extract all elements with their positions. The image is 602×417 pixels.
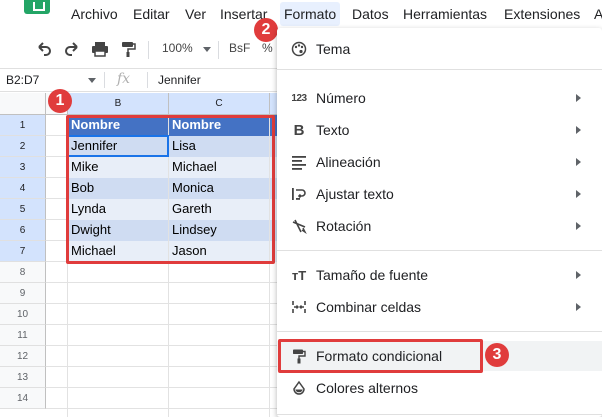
- menu-item-label: Texto: [316, 122, 350, 138]
- menu-item-label: Rotación: [316, 218, 372, 234]
- submenu-arrow-icon: [576, 303, 581, 311]
- align-icon: [290, 153, 308, 171]
- menu-item-label: Ajustar texto: [316, 186, 394, 202]
- merge-cells-icon: [290, 298, 308, 316]
- menu-item-alineacion[interactable]: Alineación: [277, 147, 602, 177]
- row-header-9[interactable]: 9: [0, 283, 46, 304]
- row-header-7[interactable]: 7: [0, 241, 46, 262]
- submenu-arrow-icon: [576, 158, 581, 166]
- menu-herramientas[interactable]: Herramientas: [403, 5, 487, 23]
- number-format-icon: 123: [291, 92, 307, 104]
- menu-ver[interactable]: Ver: [185, 5, 206, 23]
- menu-divider: [277, 331, 602, 332]
- menu-item-tema[interactable]: Tema: [277, 34, 602, 64]
- currency-format-button[interactable]: BsF: [229, 41, 250, 55]
- menu-item-label: Colores alternos: [316, 380, 418, 396]
- menu-extensiones[interactable]: Extensiones: [504, 5, 580, 23]
- menu-archivo[interactable]: Archivo: [71, 5, 118, 23]
- selection-callout-box: [66, 115, 275, 264]
- palette-icon: [290, 40, 308, 58]
- formato-condicional-callout-box: [278, 339, 483, 373]
- zoom-select[interactable]: 100%: [162, 41, 193, 55]
- menu-item-numero[interactable]: 123 Número: [277, 83, 602, 113]
- print-icon[interactable]: [90, 39, 110, 59]
- redo-icon[interactable]: [62, 39, 82, 59]
- row-header-4[interactable]: 4: [0, 178, 46, 199]
- bold-icon: B: [293, 121, 305, 139]
- sheets-logo-icon[interactable]: [24, 0, 50, 14]
- menu-ayuda[interactable]: A: [594, 5, 602, 23]
- menu-item-label: Alineación: [316, 154, 381, 170]
- menu-item-tamano-fuente[interactable]: тT Tamaño de fuente: [277, 260, 602, 290]
- row-header-2[interactable]: 2: [0, 136, 46, 157]
- paint-format-icon[interactable]: [118, 39, 138, 59]
- menu-divider: [277, 69, 602, 70]
- fill-color-icon: [290, 379, 308, 397]
- menu-item-combinar-celdas[interactable]: Combinar celdas: [277, 292, 602, 322]
- row-header-1[interactable]: 1: [0, 115, 46, 136]
- menu-item-ajustar-texto[interactable]: Ajustar texto: [277, 179, 602, 209]
- step-marker-3: 3: [485, 343, 509, 367]
- name-box-chevron-down-icon[interactable]: [88, 78, 96, 83]
- name-box[interactable]: B2:D7: [6, 73, 39, 87]
- menu-datos[interactable]: Datos: [352, 5, 389, 23]
- zoom-chevron-down-icon[interactable]: [203, 47, 211, 52]
- percent-format-button[interactable]: %: [262, 41, 273, 55]
- formula-input[interactable]: Jennifer: [158, 73, 201, 87]
- row-header-6[interactable]: 6: [0, 220, 46, 241]
- submenu-arrow-icon: [576, 222, 581, 230]
- menu-divider: [277, 250, 602, 251]
- menu-editar[interactable]: Editar: [133, 5, 170, 23]
- row-header-12[interactable]: 12: [0, 346, 46, 367]
- menu-item-label: Número: [316, 90, 366, 106]
- menu-bar: Archivo Editar Ver Insertar Formato Dato…: [0, 0, 602, 28]
- formula-divider: [104, 72, 105, 88]
- row-header-14[interactable]: 14: [0, 388, 46, 409]
- submenu-arrow-icon: [576, 126, 581, 134]
- row-header-5[interactable]: 5: [0, 199, 46, 220]
- menu-item-label: Combinar celdas: [316, 299, 422, 315]
- row-header-10[interactable]: 10: [0, 304, 46, 325]
- undo-icon[interactable]: [34, 39, 54, 59]
- wrap-text-icon: [290, 185, 308, 203]
- select-all-corner[interactable]: [0, 93, 46, 115]
- submenu-arrow-icon: [576, 271, 581, 279]
- menu-item-texto[interactable]: B Texto: [277, 115, 602, 145]
- column-header-c[interactable]: C: [169, 93, 270, 115]
- menu-item-colores-alternos[interactable]: Colores alternos: [277, 373, 602, 403]
- row-header-3[interactable]: 3: [0, 157, 46, 178]
- menu-item-rotacion[interactable]: Rotación: [277, 211, 602, 241]
- font-size-icon: тT: [291, 267, 307, 283]
- row-header-11[interactable]: 11: [0, 325, 46, 346]
- menu-divider: [277, 414, 602, 415]
- menu-formato[interactable]: Formato: [280, 2, 341, 26]
- submenu-arrow-icon: [576, 190, 581, 198]
- formula-divider: [147, 72, 148, 88]
- row-header-13[interactable]: 13: [0, 367, 46, 388]
- submenu-arrow-icon: [576, 94, 581, 102]
- menu-item-label: Tema: [316, 41, 351, 57]
- step-marker-1: 1: [48, 89, 72, 113]
- toolbar-divider: [218, 41, 219, 59]
- rotate-text-icon: [290, 217, 308, 235]
- menu-item-label: Tamaño de fuente: [316, 267, 429, 283]
- column-header-b[interactable]: B: [68, 93, 169, 115]
- row-header-8[interactable]: 8: [0, 262, 46, 283]
- toolbar-divider: [148, 41, 149, 59]
- step-marker-2: 2: [254, 18, 278, 42]
- fx-icon: fx: [117, 71, 131, 87]
